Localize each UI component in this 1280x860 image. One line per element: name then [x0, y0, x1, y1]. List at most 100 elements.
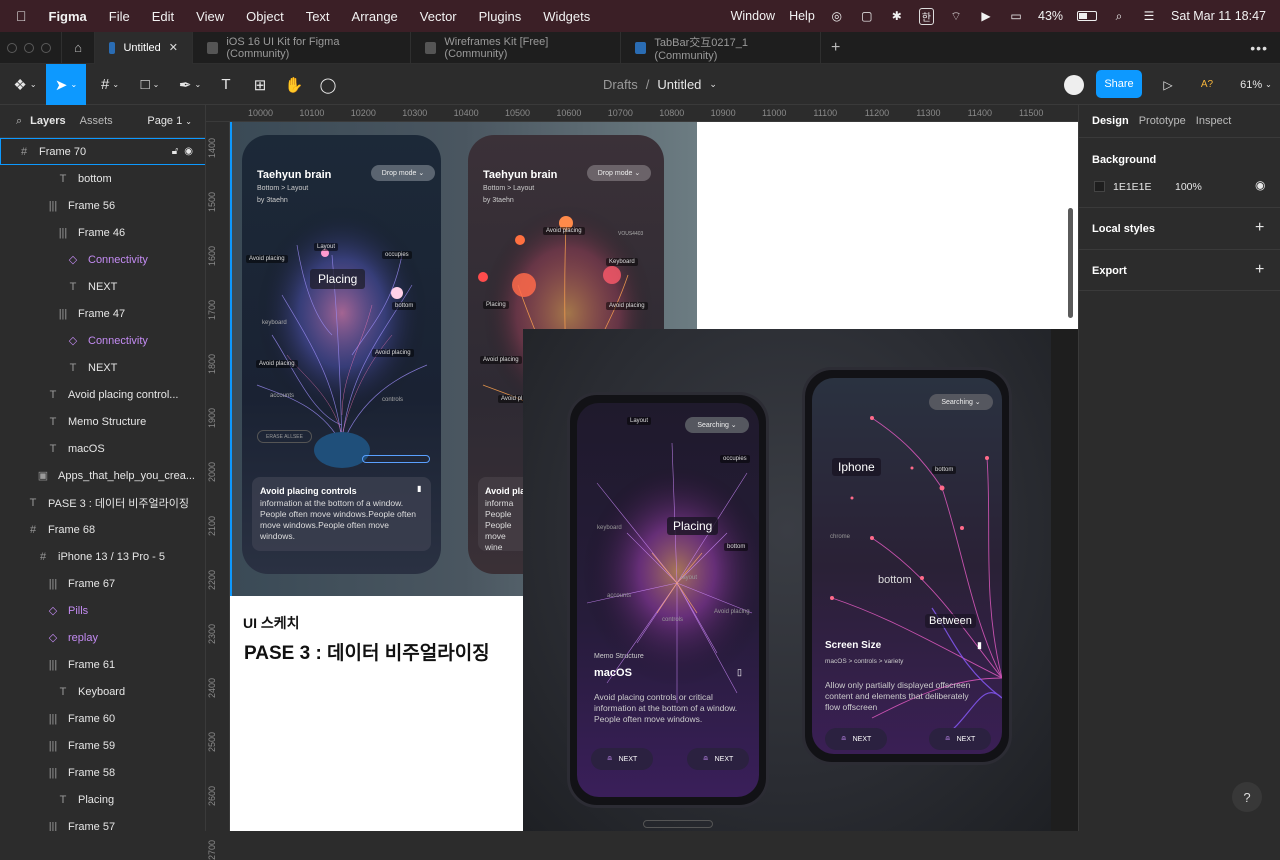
card-taehyun-1[interactable]: Taehyun brain Bottom > Layout by 3taehn … [242, 135, 441, 574]
menu-text[interactable]: Text [306, 9, 330, 24]
tab-prototype[interactable]: Prototype [1139, 115, 1186, 127]
resources-icon[interactable]: ⊞ [246, 64, 274, 105]
layer-row[interactable]: T Avoid placing control... [0, 381, 205, 408]
layer-row[interactable]: # Frame 70 🔓︎ ◉ [0, 138, 205, 165]
menu-plugins[interactable]: Plugins [479, 9, 522, 24]
tab-ios16-kit[interactable]: iOS 16 UI Kit for Figma (Community) [193, 31, 411, 64]
layer-row[interactable]: # Frame 68 [0, 516, 205, 543]
wifi-icon[interactable]: ⌔ [948, 9, 964, 23]
bookmark-icon[interactable]: ▮ [417, 484, 421, 493]
background-opacity[interactable]: 100% [1175, 181, 1202, 193]
searching-pill[interactable]: Searching ⌄ [929, 394, 993, 410]
tab-inspect[interactable]: Inspect [1196, 115, 1231, 127]
add-icon[interactable]: + [1255, 219, 1264, 237]
layer-row[interactable]: # iPhone 13 / 13 Pro - 5 [0, 543, 205, 570]
more-icon[interactable]: ••• [1250, 40, 1268, 56]
layer-row[interactable]: Tbottom [0, 165, 205, 192]
help-button[interactable]: ? [1232, 782, 1262, 812]
search-icon[interactable]: ⌕ [16, 115, 22, 128]
app-menu-figma[interactable]: Figma [49, 9, 87, 24]
layer-row[interactable]: T PASE 3 : 데이터 비주얼라이징 [0, 489, 205, 516]
menu-view[interactable]: View [196, 9, 224, 24]
layer-row[interactable]: ||| Frame 59 [0, 732, 205, 759]
comment-tool-icon[interactable]: ◯ [314, 64, 342, 105]
window-minimize-button[interactable] [24, 42, 34, 53]
layer-row[interactable]: ||| Frame 67 [0, 570, 205, 597]
layer-row[interactable]: ◇ Connectivity [0, 327, 205, 354]
layer-row[interactable]: ||| Frame 58 [0, 759, 205, 786]
move-tool-icon[interactable]: ➤ ⌄ [46, 64, 86, 105]
next-button[interactable]: ≘ NEXT [591, 748, 653, 770]
main-menu-icon[interactable]: ❖ ⌄ [8, 64, 42, 105]
drop-mode-pill[interactable]: Drop mode ⌄ [371, 165, 435, 181]
bookmark-icon[interactable]: ▮ [977, 640, 982, 651]
tab-design[interactable]: Design [1092, 115, 1129, 127]
tab-layers[interactable]: Layers [30, 115, 65, 127]
menubar-clock[interactable]: Sat Mar 11 18:47 [1171, 9, 1266, 23]
layer-row[interactable]: T Placing [0, 786, 205, 813]
layer-row[interactable]: T Keyboard [0, 678, 205, 705]
tab-assets[interactable]: Assets [80, 115, 113, 127]
home-icon[interactable]: ⌂ [61, 31, 95, 64]
tab-untitled[interactable]: Untitled ✕ [95, 31, 193, 64]
layer-row[interactable]: T NEXT [0, 273, 205, 300]
text-tool-icon[interactable]: T [212, 64, 240, 105]
page-selector[interactable]: Page 1 ⌄ [147, 115, 192, 127]
accessibility-check[interactable]: A? [1196, 64, 1218, 105]
battery-icon[interactable] [1077, 11, 1098, 21]
display-icon[interactable]: ▢ [859, 9, 875, 23]
menu-window[interactable]: Window [731, 9, 775, 23]
next-button[interactable]: ≘ NEXT [929, 728, 991, 750]
menu-edit[interactable]: Edit [152, 9, 174, 24]
window-close-button[interactable] [7, 42, 17, 53]
phase-title[interactable]: PASE 3 : 데이터 비주얼라이징 [244, 638, 490, 665]
white-frame[interactable] [697, 122, 1078, 329]
tab-wireframes-kit[interactable]: Wireframes Kit [Free] (Community) [411, 31, 621, 64]
layer-row[interactable]: TmacOS [0, 435, 205, 462]
color-swatch[interactable] [1094, 181, 1105, 192]
canvas[interactable]: Taehyun brain Bottom > Layout by 3taehn … [230, 122, 1078, 831]
present-icon[interactable]: ▷ [1158, 64, 1178, 105]
share-button[interactable]: Share [1096, 70, 1142, 98]
new-tab-button[interactable]: + [831, 39, 840, 57]
layer-row[interactable]: ||| Frame 47 [0, 300, 205, 327]
iphone-mockup-frame[interactable]: Searching ⌄ Placing Layout occupies keyb… [523, 329, 1051, 831]
control-center-icon[interactable]: ☰ [1141, 9, 1157, 23]
menu-file[interactable]: File [109, 9, 130, 24]
shape-tool-icon[interactable]: □ ⌄ [132, 64, 168, 105]
layer-row[interactable]: ||| Frame 61 [0, 651, 205, 678]
layer-row[interactable]: ||| Frame 46 [0, 219, 205, 246]
airdrop-icon[interactable]: ◎ [829, 9, 845, 23]
accessibility-icon[interactable]: ✱ [889, 9, 905, 23]
zoom-level[interactable]: 61% ⌄ [1236, 64, 1276, 105]
breadcrumb-drafts[interactable]: Drafts [603, 77, 638, 92]
layer-row[interactable]: ▣ Apps_that_help_you_crea... [0, 462, 205, 489]
tab-close-icon[interactable]: ✕ [169, 41, 178, 54]
layer-row[interactable]: ||| Frame 56 [0, 192, 205, 219]
play-icon[interactable]: ▶ [978, 9, 994, 23]
layer-row[interactable]: ◇ Pills [0, 597, 205, 624]
layer-row[interactable]: T Memo Structure [0, 408, 205, 435]
pen-tool-icon[interactable]: ✒ ⌄ [172, 64, 208, 105]
frame-tool-icon[interactable]: # ⌄ [92, 64, 128, 105]
menu-vector[interactable]: Vector [420, 9, 457, 24]
next-button[interactable]: ≘ NEXT [687, 748, 749, 770]
screen-icon[interactable]: ▭ [1008, 9, 1024, 23]
window-zoom-button[interactable] [41, 42, 51, 53]
hand-tool-icon[interactable]: ✋ [280, 64, 308, 105]
slider-track[interactable] [362, 455, 430, 463]
add-icon[interactable]: + [1255, 261, 1264, 279]
sketch-label[interactable]: UI 스케치 [243, 613, 300, 633]
phone-screen-size[interactable]: Searching ⌄ Iphone bottom chrome bottom … [802, 367, 1012, 765]
menu-help[interactable]: Help [789, 9, 815, 23]
layer-row[interactable]: ◇ replay [0, 624, 205, 651]
phone-macos[interactable]: Searching ⌄ Placing Layout occupies keyb… [567, 392, 769, 808]
file-name[interactable]: Untitled [657, 77, 701, 92]
menu-object[interactable]: Object [246, 9, 284, 24]
menu-widgets[interactable]: Widgets [543, 9, 590, 24]
drop-mode-pill[interactable]: Drop mode ⌄ [587, 165, 651, 181]
next-button[interactable]: ≘ NEXT [825, 728, 887, 750]
layer-row[interactable]: ◇ Connectivity [0, 246, 205, 273]
layer-row[interactable]: T NEXT [0, 354, 205, 381]
input-source-icon[interactable]: 한 [918, 7, 934, 25]
